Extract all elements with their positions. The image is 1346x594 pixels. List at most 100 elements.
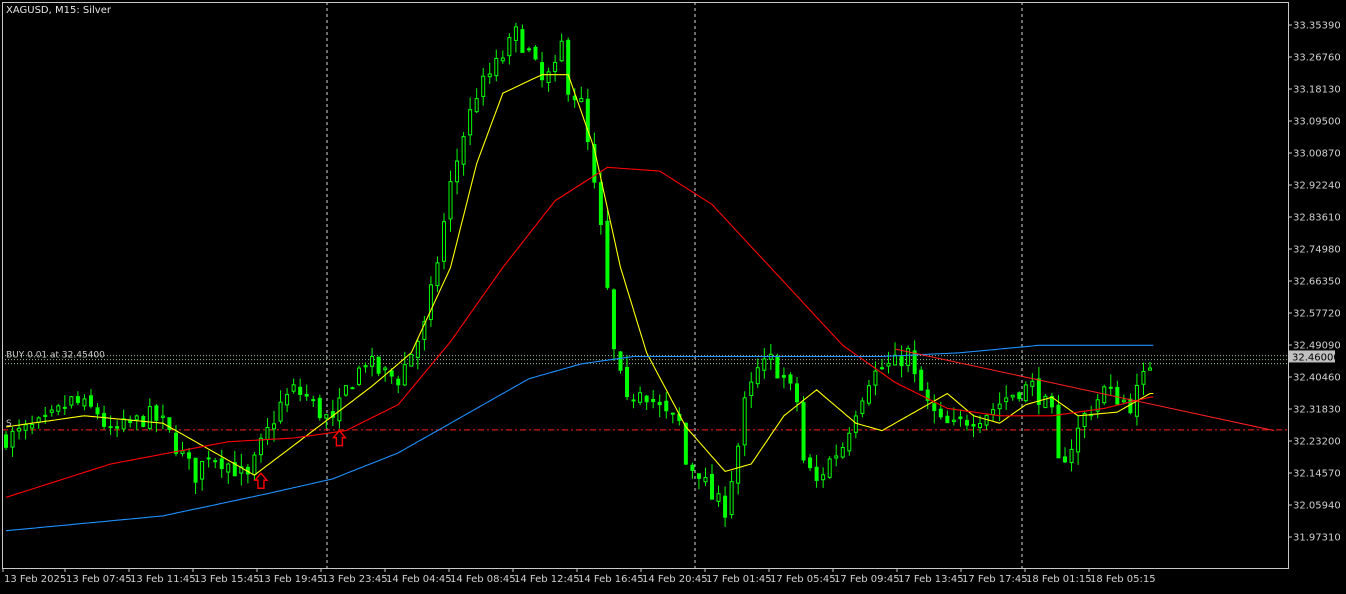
current-price-tag: 32.46000: [1289, 350, 1340, 363]
time-tick-label: 13 Feb 2025: [4, 574, 66, 585]
candle-body: [899, 356, 904, 367]
candle-body: [108, 426, 113, 429]
time-tick-label: 18 Feb 01:15: [1026, 574, 1092, 585]
candle-body: [350, 387, 355, 390]
time-tick-label: 13 Feb 23:45: [322, 574, 388, 585]
chart-background: [0, 0, 1346, 590]
time-tick-label: 17 Feb 13:45: [898, 574, 964, 585]
candle-body: [134, 415, 139, 421]
candle-body: [631, 399, 636, 402]
candle-body: [801, 402, 806, 461]
price-tick-label: 32.40460: [1293, 373, 1341, 384]
time-tick-label: 17 Feb 09:45: [834, 574, 900, 585]
candle-body: [886, 362, 891, 367]
candle-body: [1121, 399, 1126, 403]
chart-title: XAGUSD, M15: Silver: [6, 5, 112, 16]
candle-body: [513, 26, 518, 41]
candle-body: [75, 396, 80, 404]
price-tick-label: 33.26760: [1293, 53, 1341, 64]
candle-body: [115, 426, 120, 429]
candle-body: [324, 414, 329, 419]
candle-body: [154, 405, 159, 421]
candle-body: [396, 378, 401, 386]
candle-body: [441, 221, 446, 262]
candle-body: [696, 473, 701, 479]
candle-body: [173, 432, 178, 454]
candle-body: [710, 474, 715, 500]
price-tick-label: 33.35390: [1293, 21, 1341, 32]
candle-body: [1056, 404, 1061, 459]
buy-order-label[interactable]: BUY 0.01 at 32.45400: [6, 351, 105, 361]
candle-body: [553, 62, 558, 72]
candle-body: [938, 408, 943, 418]
candle-body: [4, 434, 8, 448]
candle-body: [827, 458, 832, 478]
candle-body: [736, 445, 741, 484]
price-tick-label: 32.83610: [1293, 213, 1341, 224]
candle-body: [252, 454, 257, 476]
candle-body: [729, 481, 734, 515]
candle-body: [919, 369, 924, 391]
price-tick-label: 32.92240: [1293, 181, 1341, 192]
candle-body: [723, 495, 728, 518]
candle-body: [991, 409, 996, 415]
candle-body: [866, 385, 871, 404]
time-tick-label: 14 Feb 16:45: [578, 574, 644, 585]
candle-body: [448, 181, 453, 220]
chart-window: 33.35390 33.26760 33.18130 33.09500 33.00870…: [0, 0, 1346, 590]
price-tick-label: 33.00870: [1293, 149, 1341, 160]
candle-body: [932, 403, 937, 412]
candle-body: [487, 73, 492, 78]
candle-body: [428, 284, 433, 320]
candle-body: [206, 457, 211, 460]
price-tick-label: 32.66350: [1293, 277, 1341, 288]
candle-body: [1063, 456, 1068, 463]
candle-body: [670, 412, 675, 415]
candle-body: [683, 422, 688, 465]
price-tick-label: 33.09500: [1293, 117, 1341, 128]
candle-body: [10, 430, 15, 448]
price-chart[interactable]: 33.35390 33.26760 33.18130 33.09500 33.00870…: [0, 0, 1346, 590]
candle-body: [997, 403, 1002, 410]
time-tick-label: 17 Feb 05:45: [770, 574, 836, 585]
candle-body: [468, 109, 473, 136]
time-tick-label: 14 Feb 08:45: [450, 574, 516, 585]
candle-body: [755, 367, 760, 385]
time-tick-label: 14 Feb 12:45: [514, 574, 580, 585]
candle-body: [605, 220, 610, 288]
candle-body: [520, 29, 525, 53]
price-tick-label: 32.05940: [1293, 501, 1341, 512]
price-tick-label: 32.74980: [1293, 245, 1341, 256]
candle-body: [951, 419, 956, 423]
candle-body: [1004, 397, 1009, 403]
candle-body: [17, 427, 22, 432]
candle-body: [272, 423, 277, 430]
candle-body: [304, 393, 309, 397]
time-tick-label: 18 Feb 05:15: [1090, 574, 1156, 585]
candle-body: [546, 71, 551, 83]
candle-body: [311, 399, 316, 402]
price-tick-label: 32.31830: [1293, 405, 1341, 416]
candle-body: [808, 457, 813, 469]
candle-body: [370, 356, 375, 367]
price-tick-label: 31.97310: [1293, 533, 1341, 544]
candle-body: [1010, 394, 1015, 398]
candle-body: [788, 374, 793, 384]
candle-body: [533, 46, 538, 60]
candle-body: [402, 364, 407, 386]
candle-body: [389, 370, 394, 377]
candle-body: [219, 458, 224, 470]
candle-body: [121, 418, 126, 430]
candle-body: [36, 417, 41, 423]
candle-body: [945, 415, 950, 424]
candle-body: [625, 367, 630, 397]
candle-body: [598, 182, 603, 225]
candle-body: [376, 356, 381, 374]
candle-body: [821, 474, 826, 481]
candle-body: [657, 401, 662, 406]
sell-marker-label: S: [6, 419, 12, 429]
candle-body: [814, 466, 819, 481]
candle-body: [559, 40, 564, 62]
candle-body: [291, 384, 296, 392]
candle-body: [585, 98, 590, 143]
